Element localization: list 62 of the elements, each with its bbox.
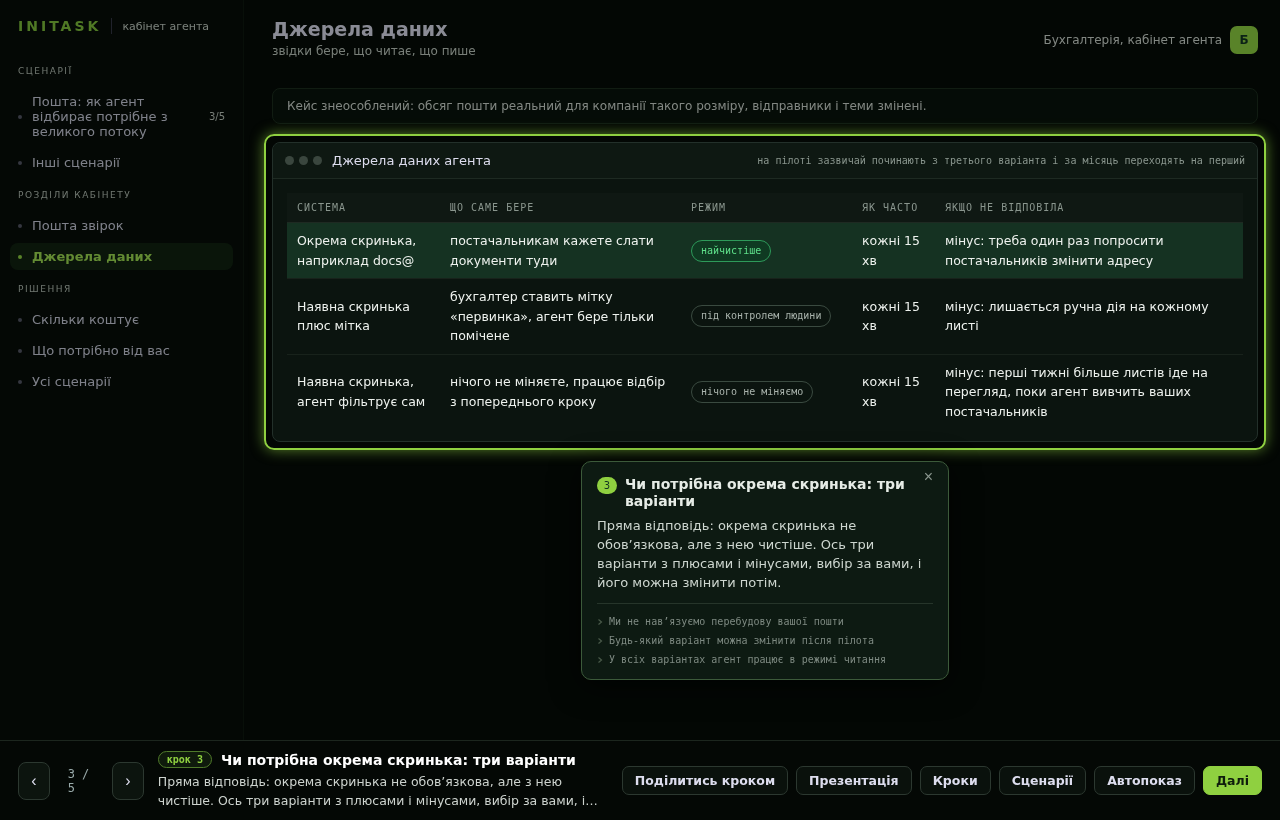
table-cell-text: Наявна скринька плюс мітка	[296, 297, 411, 336]
panel-title: Джерела даних агента	[332, 153, 492, 168]
section-title: РОЗДІЛИ КАБІНЕТУ	[17, 189, 133, 202]
table-cell-text: кожні 15 хв	[861, 232, 921, 270]
point-text: У всіх варіантах агент працює в режимі читання	[609, 653, 886, 667]
toolbar-button[interactable]: Далі	[1203, 766, 1262, 795]
brand-subtitle: кабінет агента	[122, 19, 210, 33]
sidebar-item[interactable]: Пошта: як агент відбирає потрібне з великого потоку 3/5	[10, 88, 233, 145]
tooltip-title: Чи потрібна окрема скринька: три варіанти	[625, 476, 906, 510]
sidebar-item[interactable]: Пошта звірок	[10, 212, 233, 239]
column-header: РЕЖИМ	[690, 201, 728, 215]
point-text: Будь-який варіант можна змінити після пілота	[609, 634, 874, 648]
point-text: Ми не нав’язуємо перебудову вашої пошти	[609, 615, 844, 629]
sidebar-item[interactable]: Що потрібно від вас	[10, 337, 233, 364]
table-cell-text: бухгалтер ставить мітку «первинка», агент бере тільки помічене	[449, 288, 656, 345]
next-button[interactable]: ›	[112, 761, 144, 800]
page-subtitle: звідки бере, що читає, що пише	[272, 44, 476, 58]
avatar[interactable]: Б	[1230, 26, 1258, 54]
sidebar-item[interactable]: Скільки коштує	[10, 306, 233, 333]
close-button[interactable]: ×	[923, 468, 933, 486]
step-counter: 3 / 5	[67, 766, 91, 795]
logo: INITASK	[18, 18, 113, 34]
table-cell-text: кожні 15 хв	[861, 297, 921, 336]
table-cell-text: постачальникам кажете слати документи туди	[449, 232, 655, 270]
table-row[interactable]: Наявна скринька плюс мітка бухгалтер ставить мітку «первинка», агент бере тільки помічене під контролем людини кожні 15 хв мінус: лишається ручна дія на кожному листі	[287, 279, 1243, 355]
step-badge: крок 3	[157, 751, 212, 768]
panel-note: на пілоті зазвичай починають з третього варіанта і за місяць переходять на перший	[757, 155, 1245, 166]
table-cell-text: мінус: треба один раз попросити постачальників змінити адресу	[944, 232, 1165, 270]
step-description: Пряма відповідь: окрема скринька не обов’язкова, але з нею чистіше. Ось три варіанти з плюсами і мінусами, вибір за вами, і…	[157, 773, 599, 810]
column-header: ЯКЩО НЕ ВІДПОВІЛА	[944, 201, 1066, 215]
table-cell-text: мінус: лишається ручна дія на кожному листі	[944, 297, 1210, 336]
toolbar-button[interactable]: Автопоказ	[1094, 766, 1195, 795]
section-title: РІШЕННЯ	[17, 283, 73, 296]
step-title: Чи потрібна окрема скринька: три варіанти	[220, 751, 576, 768]
page-title: Джерела даних	[272, 18, 449, 40]
chevron-icon	[597, 655, 603, 664]
table-cell-text: мінус: перші тижні більше листів іде на перегляд, поки агент вивчить ваших постачальників	[944, 363, 1209, 421]
column-header: СИСТЕМА	[296, 201, 348, 215]
table-cell-text: Наявна скринька, агент фільтрує сам	[296, 373, 427, 411]
table-cell-text: Окрема скринька, наприклад docs@	[296, 232, 418, 270]
section-title: СЦЕНАРІЇ	[17, 65, 74, 78]
tooltip-text: Пряма відповідь: окрема скринька не обов’язкова, але з нею чистіше. Ось три варіанти з плюсами і мінусами, вибір за вами, і його можна змінити потім.	[597, 516, 933, 604]
step-number: 3	[597, 477, 617, 494]
table-cell-text: кожні 15 хв	[861, 373, 921, 411]
chevron-icon	[597, 617, 603, 626]
sidebar-item[interactable]: Усі сценарії	[10, 368, 233, 395]
notice-banner: Кейс знеособлений: обсяг пошти реальний для компанії такого розміру, відправники і теми змінені.	[272, 88, 1258, 124]
toolbar-button[interactable]: Сценарії	[998, 766, 1087, 795]
column-header: ЩО САМЕ БЕРЕ	[449, 201, 536, 215]
toolbar-button[interactable]: Презентація	[796, 766, 912, 795]
column-header: ЯК ЧАСТО	[861, 201, 920, 215]
toolbar-button[interactable]: Поділитись кроком	[621, 766, 789, 795]
account-name: Бухгалтерія, кабінет агента	[1043, 33, 1222, 47]
window-dots-icon	[285, 156, 322, 165]
chevron-icon	[597, 636, 603, 645]
sidebar-item[interactable]: Джерела даних	[10, 243, 233, 270]
previous-button[interactable]: ‹	[18, 761, 50, 800]
sidebar-item[interactable]: Інші сценарії	[10, 149, 233, 176]
table-row[interactable]: Окрема скринька, наприклад docs@ постачальникам кажете слати документи туди найчистіше кожні 15 хв мінус: треба один раз попросити постачальників змінити адресу	[287, 223, 1243, 279]
table-cell-text: нічого не міняєте, працює відбір з попереднього кроку	[449, 373, 667, 411]
mode-tag: найчистіше	[691, 239, 772, 262]
toolbar-button[interactable]: Кроки	[919, 766, 991, 795]
